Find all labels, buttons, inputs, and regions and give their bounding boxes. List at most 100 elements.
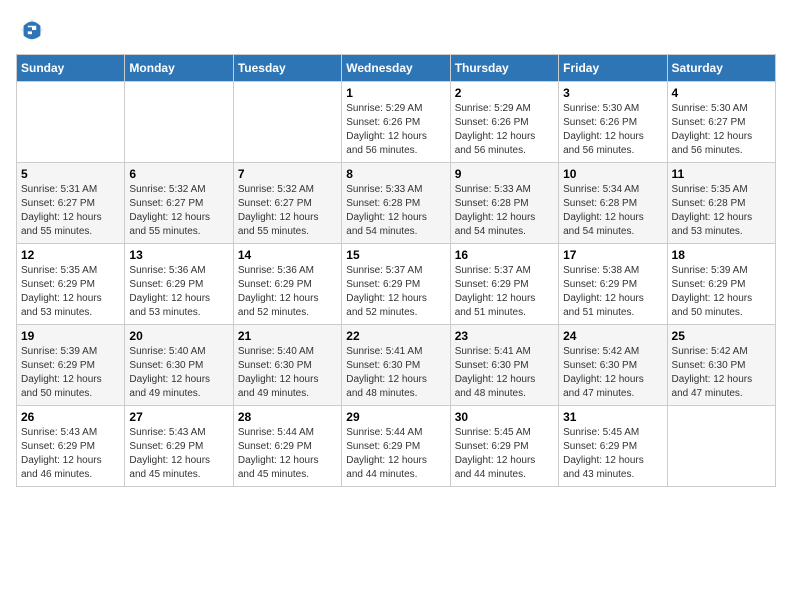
day-info: Sunrise: 5:39 AM Sunset: 6:29 PM Dayligh… (21, 345, 120, 401)
day-info: Sunrise: 5:36 AM Sunset: 6:29 PM Dayligh… (129, 264, 228, 320)
day-number: 11 (672, 167, 771, 181)
calendar-cell: 17 Sunrise: 5:38 AM Sunset: 6:29 PM Dayli… (559, 244, 667, 325)
week-row-5: 26Sunrise: 5:43 AM Sunset: 6:29 PM Dayli… (17, 406, 776, 487)
col-tuesday: Tuesday (233, 55, 341, 82)
day-number: 18 (672, 248, 771, 262)
day-info: Sunrise: 5:44 AM Sunset: 6:29 PM Dayligh… (238, 426, 337, 482)
day-info: Sunrise: 5:37 AM Sunset: 6:29 PM Dayligh… (346, 264, 445, 320)
day-number: 10 (563, 167, 662, 181)
day-info: Sunrise: 5:40 AM Sunset: 6:30 PM Dayligh… (129, 345, 228, 401)
day-info: Sunrise: 5:30 AM Sunset: 6:26 PM Dayligh… (563, 102, 662, 158)
day-info: Sunrise: 5:42 AM Sunset: 6:30 PM Dayligh… (672, 345, 771, 401)
day-number: 9 (455, 167, 554, 181)
day-number: 27 (129, 410, 228, 424)
day-info: Sunrise: 5:44 AM Sunset: 6:29 PM Dayligh… (346, 426, 445, 482)
col-wednesday: Wednesday (342, 55, 450, 82)
calendar-cell: 28 Sunrise: 5:44 AM Sunset: 6:29 PM Dayli… (233, 406, 341, 487)
day-number: 31 (563, 410, 662, 424)
calendar-cell: 3Sunrise: 5:30 AM Sunset: 6:26 PM Daylig… (559, 82, 667, 163)
day-number: 21 (238, 329, 337, 343)
day-info: Sunrise: 5:29 AM Sunset: 6:26 PM Dayligh… (455, 102, 554, 158)
calendar-cell: 4 Sunrise: 5:30 AM Sunset: 6:27 PM Daylig… (667, 82, 775, 163)
day-number: 13 (129, 248, 228, 262)
col-thursday: Thursday (450, 55, 558, 82)
day-number: 28 (238, 410, 337, 424)
day-number: 14 (238, 248, 337, 262)
week-row-1: 1Sunrise: 5:29 AM Sunset: 6:26 PM Daylig… (17, 82, 776, 163)
calendar-cell: 2 Sunrise: 5:29 AM Sunset: 6:26 PM Daylig… (450, 82, 558, 163)
day-number: 16 (455, 248, 554, 262)
calendar-cell: 20 Sunrise: 5:40 AM Sunset: 6:30 PM Dayli… (125, 325, 233, 406)
calendar-cell: 31 Sunrise: 5:45 AM Sunset: 6:29 PM Dayli… (559, 406, 667, 487)
day-info: Sunrise: 5:39 AM Sunset: 6:29 PM Dayligh… (672, 264, 771, 320)
calendar-cell: 29 Sunrise: 5:44 AM Sunset: 6:29 PM Dayli… (342, 406, 450, 487)
calendar-cell: 27 Sunrise: 5:43 AM Sunset: 6:29 PM Dayli… (125, 406, 233, 487)
day-info: Sunrise: 5:41 AM Sunset: 6:30 PM Dayligh… (455, 345, 554, 401)
calendar-cell: 30Sunrise: 5:45 AM Sunset: 6:29 PM Dayli… (450, 406, 558, 487)
day-info: Sunrise: 5:41 AM Sunset: 6:30 PM Dayligh… (346, 345, 445, 401)
day-info: Sunrise: 5:42 AM Sunset: 6:30 PM Dayligh… (563, 345, 662, 401)
calendar-header: Sunday Monday Tuesday Wednesday Thursday… (17, 55, 776, 82)
calendar-cell: 19 Sunrise: 5:39 AM Sunset: 6:29 PM Dayli… (17, 325, 125, 406)
calendar-cell (667, 406, 775, 487)
calendar-cell: 9Sunrise: 5:33 AM Sunset: 6:28 PM Daylig… (450, 163, 558, 244)
day-info: Sunrise: 5:32 AM Sunset: 6:27 PM Dayligh… (129, 183, 228, 239)
day-number: 24 (563, 329, 662, 343)
col-monday: Monday (125, 55, 233, 82)
day-number: 2 (455, 86, 554, 100)
calendar-cell: 26Sunrise: 5:43 AM Sunset: 6:29 PM Dayli… (17, 406, 125, 487)
day-info: Sunrise: 5:38 AM Sunset: 6:29 PM Dayligh… (563, 264, 662, 320)
calendar-cell: 18 Sunrise: 5:39 AM Sunset: 6:29 PM Dayli… (667, 244, 775, 325)
col-sunday: Sunday (17, 55, 125, 82)
day-info: Sunrise: 5:40 AM Sunset: 6:30 PM Dayligh… (238, 345, 337, 401)
calendar-cell: 23 Sunrise: 5:41 AM Sunset: 6:30 PM Dayli… (450, 325, 558, 406)
day-info: Sunrise: 5:34 AM Sunset: 6:28 PM Dayligh… (563, 183, 662, 239)
calendar-cell: 25 Sunrise: 5:42 AM Sunset: 6:30 PM Dayli… (667, 325, 775, 406)
calendar-cell: 21 Sunrise: 5:40 AM Sunset: 6:30 PM Dayli… (233, 325, 341, 406)
day-number: 4 (672, 86, 771, 100)
day-number: 19 (21, 329, 120, 343)
day-info: Sunrise: 5:32 AM Sunset: 6:27 PM Dayligh… (238, 183, 337, 239)
day-info: Sunrise: 5:43 AM Sunset: 6:29 PM Dayligh… (21, 426, 120, 482)
day-number: 15 (346, 248, 445, 262)
calendar-cell: 13 Sunrise: 5:36 AM Sunset: 6:29 PM Dayli… (125, 244, 233, 325)
calendar-cell: 7 Sunrise: 5:32 AM Sunset: 6:27 PM Daylig… (233, 163, 341, 244)
calendar-cell: 11 Sunrise: 5:35 AM Sunset: 6:28 PM Dayli… (667, 163, 775, 244)
day-info: Sunrise: 5:30 AM Sunset: 6:27 PM Dayligh… (672, 102, 771, 158)
calendar-cell: 8Sunrise: 5:33 AM Sunset: 6:28 PM Daylig… (342, 163, 450, 244)
day-number: 25 (672, 329, 771, 343)
calendar-table: Sunday Monday Tuesday Wednesday Thursday… (16, 54, 776, 487)
calendar-cell (17, 82, 125, 163)
col-saturday: Saturday (667, 55, 775, 82)
day-number: 7 (238, 167, 337, 181)
day-info: Sunrise: 5:29 AM Sunset: 6:26 PM Dayligh… (346, 102, 445, 158)
day-info: Sunrise: 5:45 AM Sunset: 6:29 PM Dayligh… (563, 426, 662, 482)
calendar-cell: 15 Sunrise: 5:37 AM Sunset: 6:29 PM Dayli… (342, 244, 450, 325)
week-row-2: 5Sunrise: 5:31 AM Sunset: 6:27 PM Daylig… (17, 163, 776, 244)
day-info: Sunrise: 5:37 AM Sunset: 6:29 PM Dayligh… (455, 264, 554, 320)
calendar-body: 1Sunrise: 5:29 AM Sunset: 6:26 PM Daylig… (17, 82, 776, 487)
day-number: 29 (346, 410, 445, 424)
day-info: Sunrise: 5:35 AM Sunset: 6:28 PM Dayligh… (672, 183, 771, 239)
week-row-4: 19 Sunrise: 5:39 AM Sunset: 6:29 PM Dayli… (17, 325, 776, 406)
logo (16, 16, 46, 44)
day-number: 17 (563, 248, 662, 262)
day-number: 20 (129, 329, 228, 343)
day-number: 22 (346, 329, 445, 343)
day-info: Sunrise: 5:33 AM Sunset: 6:28 PM Dayligh… (346, 183, 445, 239)
day-number: 5 (21, 167, 120, 181)
week-row-3: 12Sunrise: 5:35 AM Sunset: 6:29 PM Dayli… (17, 244, 776, 325)
day-number: 30 (455, 410, 554, 424)
calendar-cell: 1Sunrise: 5:29 AM Sunset: 6:26 PM Daylig… (342, 82, 450, 163)
calendar-cell: 14Sunrise: 5:36 AM Sunset: 6:29 PM Dayli… (233, 244, 341, 325)
day-info: Sunrise: 5:43 AM Sunset: 6:29 PM Dayligh… (129, 426, 228, 482)
calendar-cell (125, 82, 233, 163)
calendar-cell: 10 Sunrise: 5:34 AM Sunset: 6:28 PM Dayli… (559, 163, 667, 244)
calendar-cell: 5Sunrise: 5:31 AM Sunset: 6:27 PM Daylig… (17, 163, 125, 244)
header-row: Sunday Monday Tuesday Wednesday Thursday… (17, 55, 776, 82)
calendar-cell: 16 Sunrise: 5:37 AM Sunset: 6:29 PM Dayli… (450, 244, 558, 325)
day-number: 23 (455, 329, 554, 343)
day-number: 6 (129, 167, 228, 181)
col-friday: Friday (559, 55, 667, 82)
calendar-cell (233, 82, 341, 163)
